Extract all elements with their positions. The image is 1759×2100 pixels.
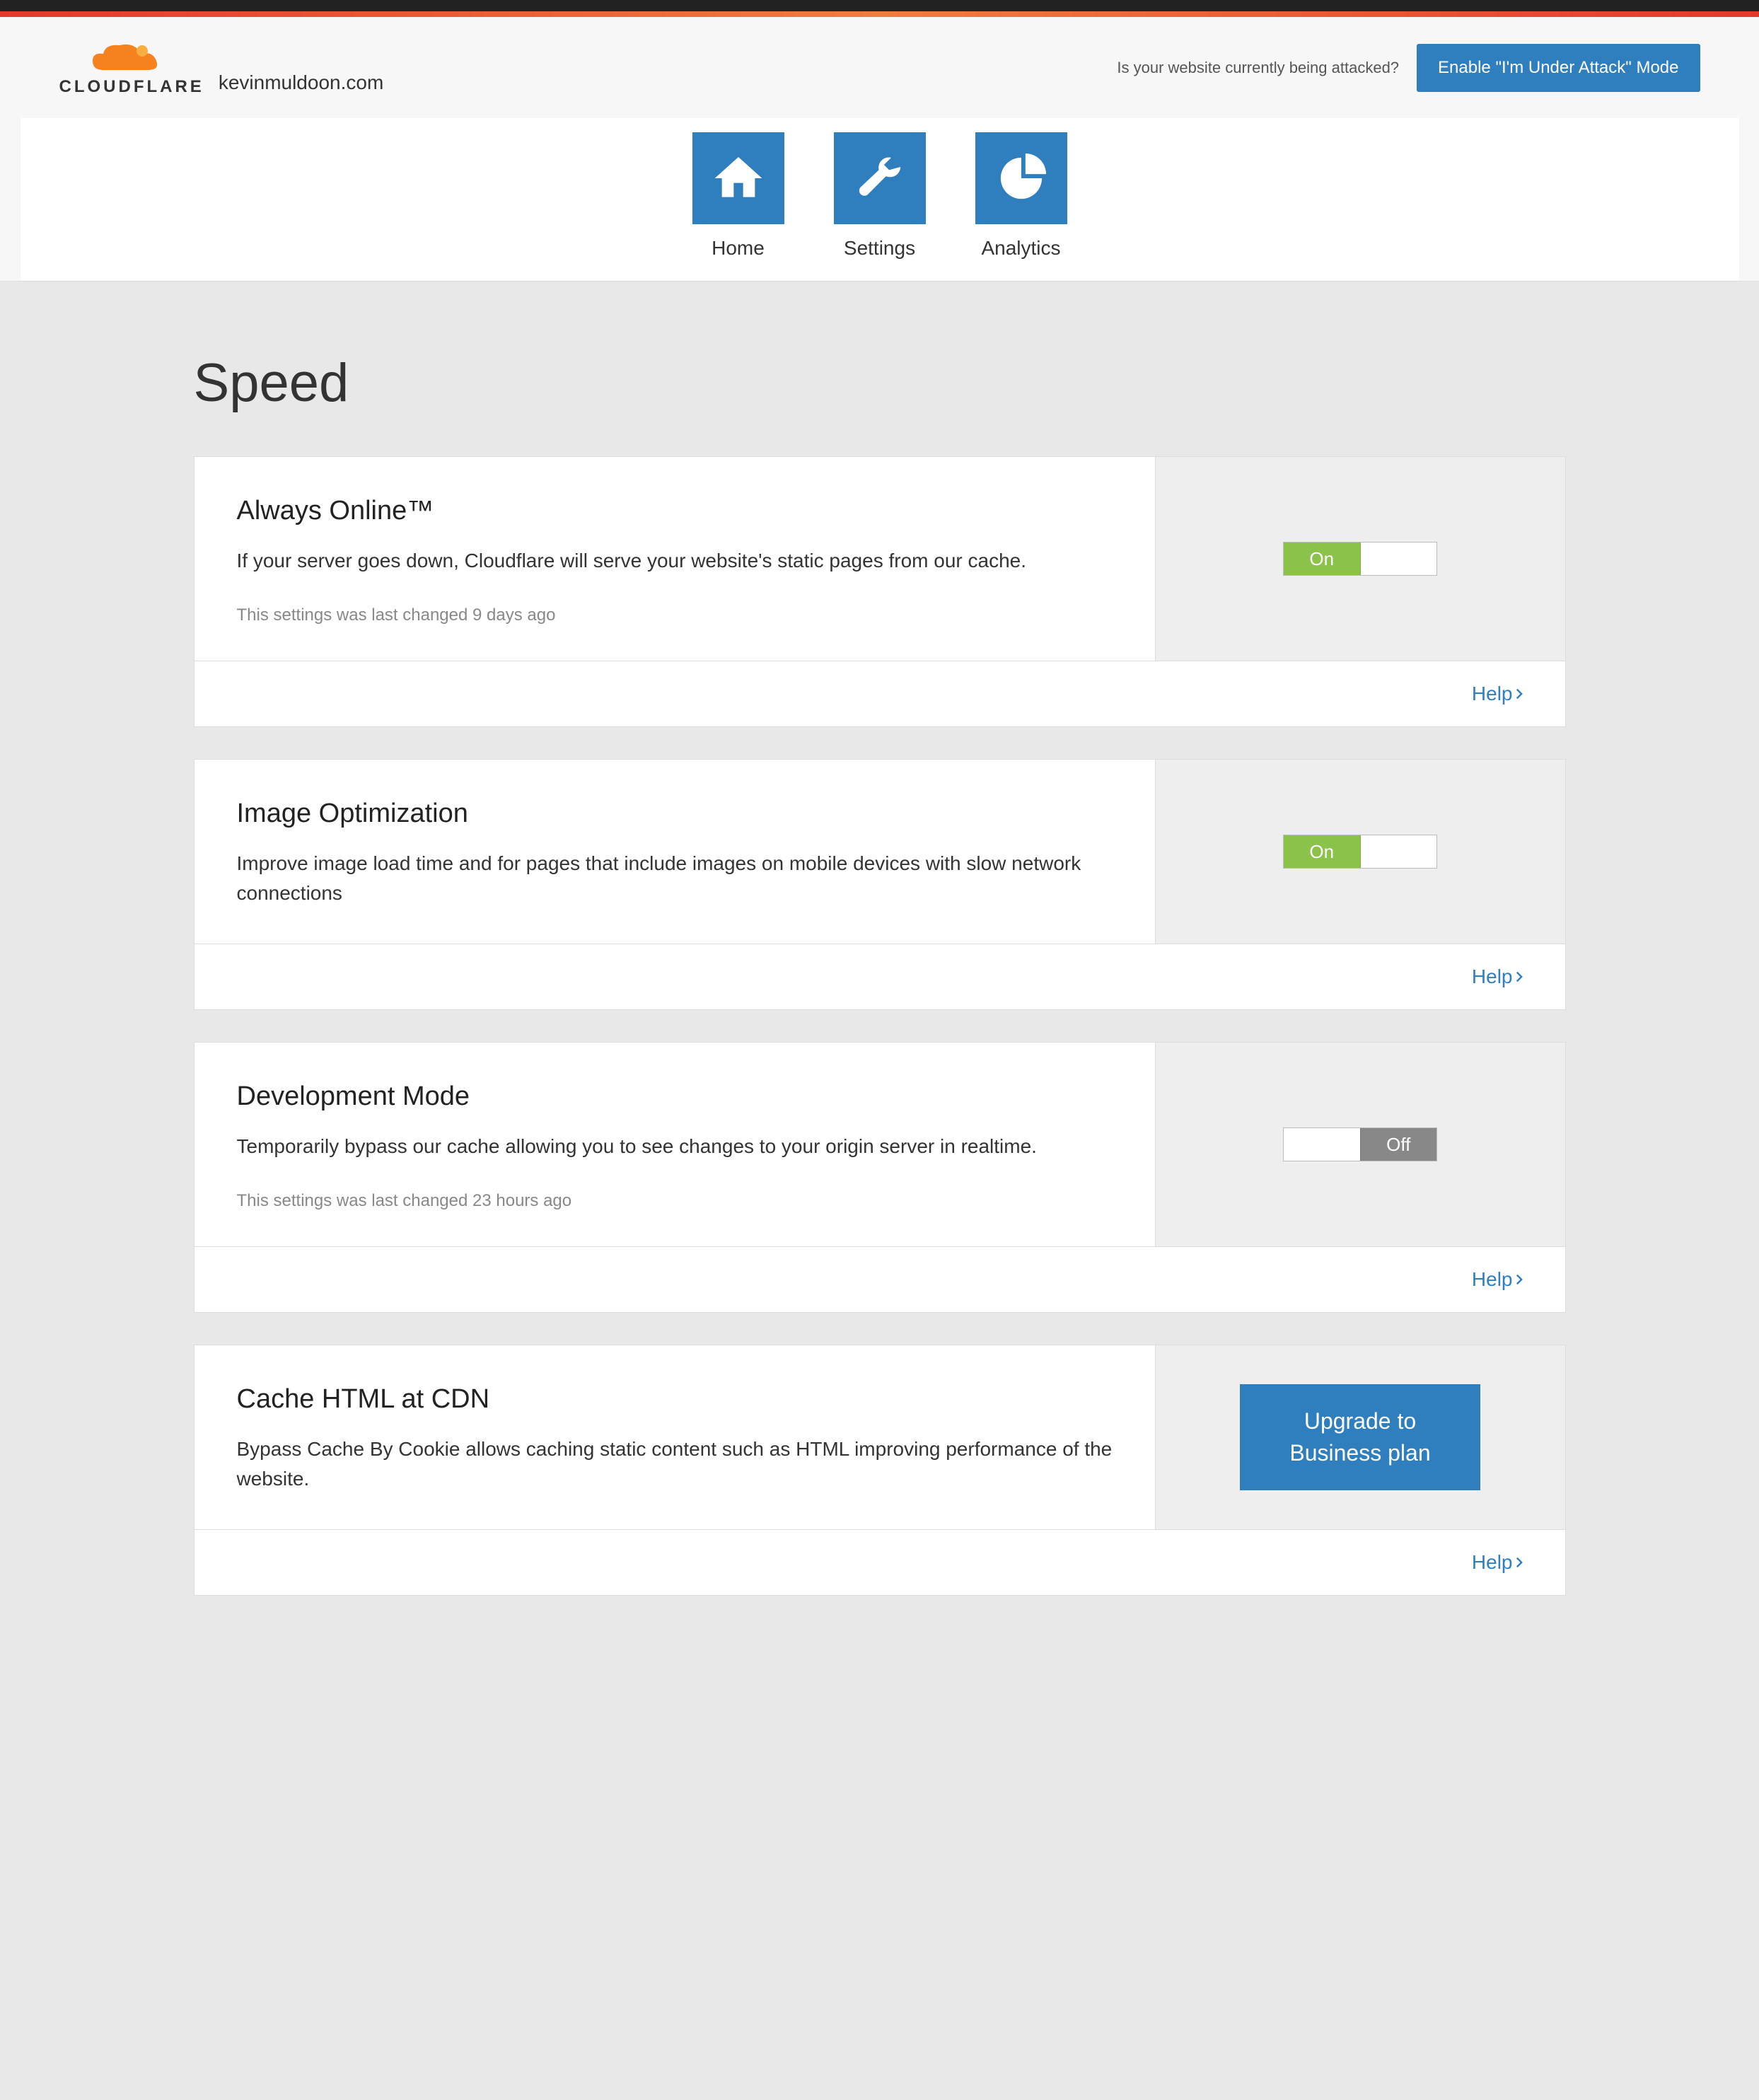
- toggle-on-label: On: [1284, 835, 1361, 868]
- help-link[interactable]: Help: [1472, 1551, 1523, 1574]
- card-title: Image Optimization: [237, 799, 1113, 829]
- card-title: Cache HTML at CDN: [237, 1384, 1113, 1415]
- help-link[interactable]: Help: [1472, 965, 1523, 988]
- development-mode-toggle[interactable]: Off: [1283, 1127, 1437, 1161]
- upgrade-button[interactable]: Upgrade to Business plan: [1240, 1384, 1480, 1490]
- toggle-on-side: [1284, 1128, 1360, 1161]
- nav-analytics[interactable]: Analytics: [975, 132, 1067, 260]
- upgrade-line1: Upgrade to: [1304, 1408, 1416, 1434]
- card-title: Development Mode: [237, 1081, 1113, 1112]
- toggle-off-side: [1361, 835, 1437, 868]
- card-image-optimization: Image Optimization Improve image load ti…: [194, 759, 1566, 1010]
- nav-home[interactable]: Home: [692, 132, 784, 260]
- nav-label: Home: [712, 237, 765, 260]
- help-link[interactable]: Help: [1472, 683, 1523, 705]
- card-title: Always Online™: [237, 496, 1113, 526]
- image-optimization-toggle[interactable]: On: [1283, 835, 1437, 869]
- help-text: Help: [1472, 965, 1513, 988]
- card-description: If your server goes down, Cloudflare wil…: [237, 546, 1113, 576]
- card-meta: This settings was last changed 9 days ag…: [237, 605, 1113, 625]
- cloudflare-logo[interactable]: CLOUDFLARE: [59, 38, 204, 97]
- card-description: Temporarily bypass our cache allowing yo…: [237, 1132, 1113, 1161]
- toggle-on-label: On: [1284, 543, 1361, 575]
- logo-text: CLOUDFLARE: [59, 77, 204, 97]
- brand-group: CLOUDFLARE kevinmuldoon.com: [59, 38, 384, 97]
- attack-group: Is your website currently being attacked…: [1117, 44, 1700, 92]
- under-attack-button[interactable]: Enable "I'm Under Attack" Mode: [1417, 44, 1700, 92]
- toggle-off-side: [1361, 543, 1437, 575]
- card-cache-html: Cache HTML at CDN Bypass Cache By Cookie…: [194, 1345, 1566, 1596]
- help-link[interactable]: Help: [1472, 1268, 1523, 1291]
- card-always-online: Always Online™ If your server goes down,…: [194, 456, 1566, 727]
- chevron-right-icon: [1516, 1557, 1523, 1568]
- help-text: Help: [1472, 1551, 1513, 1574]
- upgrade-line2: Business plan: [1289, 1440, 1430, 1466]
- page-title: Speed: [194, 352, 1566, 414]
- card-development-mode: Development Mode Temporarily bypass our …: [194, 1042, 1566, 1313]
- help-text: Help: [1472, 683, 1513, 705]
- chevron-right-icon: [1516, 971, 1523, 982]
- card-description: Improve image load time and for pages th…: [237, 849, 1113, 908]
- pie-chart-icon: [975, 132, 1067, 224]
- cloud-icon: [86, 38, 178, 77]
- help-text: Help: [1472, 1268, 1513, 1291]
- header: CLOUDFLARE kevinmuldoon.com Is your webs…: [0, 17, 1759, 282]
- card-meta: This settings was last changed 23 hours …: [237, 1191, 1113, 1211]
- wrench-icon: [834, 132, 926, 224]
- main-content: Speed Always Online™ If your server goes…: [194, 282, 1566, 1670]
- nav-bar: Home Settings Analytics: [21, 118, 1739, 281]
- nav-settings[interactable]: Settings: [834, 132, 926, 260]
- card-description: Bypass Cache By Cookie allows caching st…: [237, 1434, 1113, 1494]
- toggle-off-label: Off: [1360, 1128, 1437, 1161]
- domain-name: kevinmuldoon.com: [219, 71, 383, 94]
- gradient-bar: [0, 11, 1759, 17]
- top-bar: [0, 0, 1759, 11]
- chevron-right-icon: [1516, 688, 1523, 700]
- always-online-toggle[interactable]: On: [1283, 542, 1437, 576]
- attack-prompt: Is your website currently being attacked…: [1117, 59, 1399, 77]
- home-icon: [692, 132, 784, 224]
- nav-label: Analytics: [981, 237, 1060, 260]
- nav-label: Settings: [844, 237, 915, 260]
- chevron-right-icon: [1516, 1274, 1523, 1285]
